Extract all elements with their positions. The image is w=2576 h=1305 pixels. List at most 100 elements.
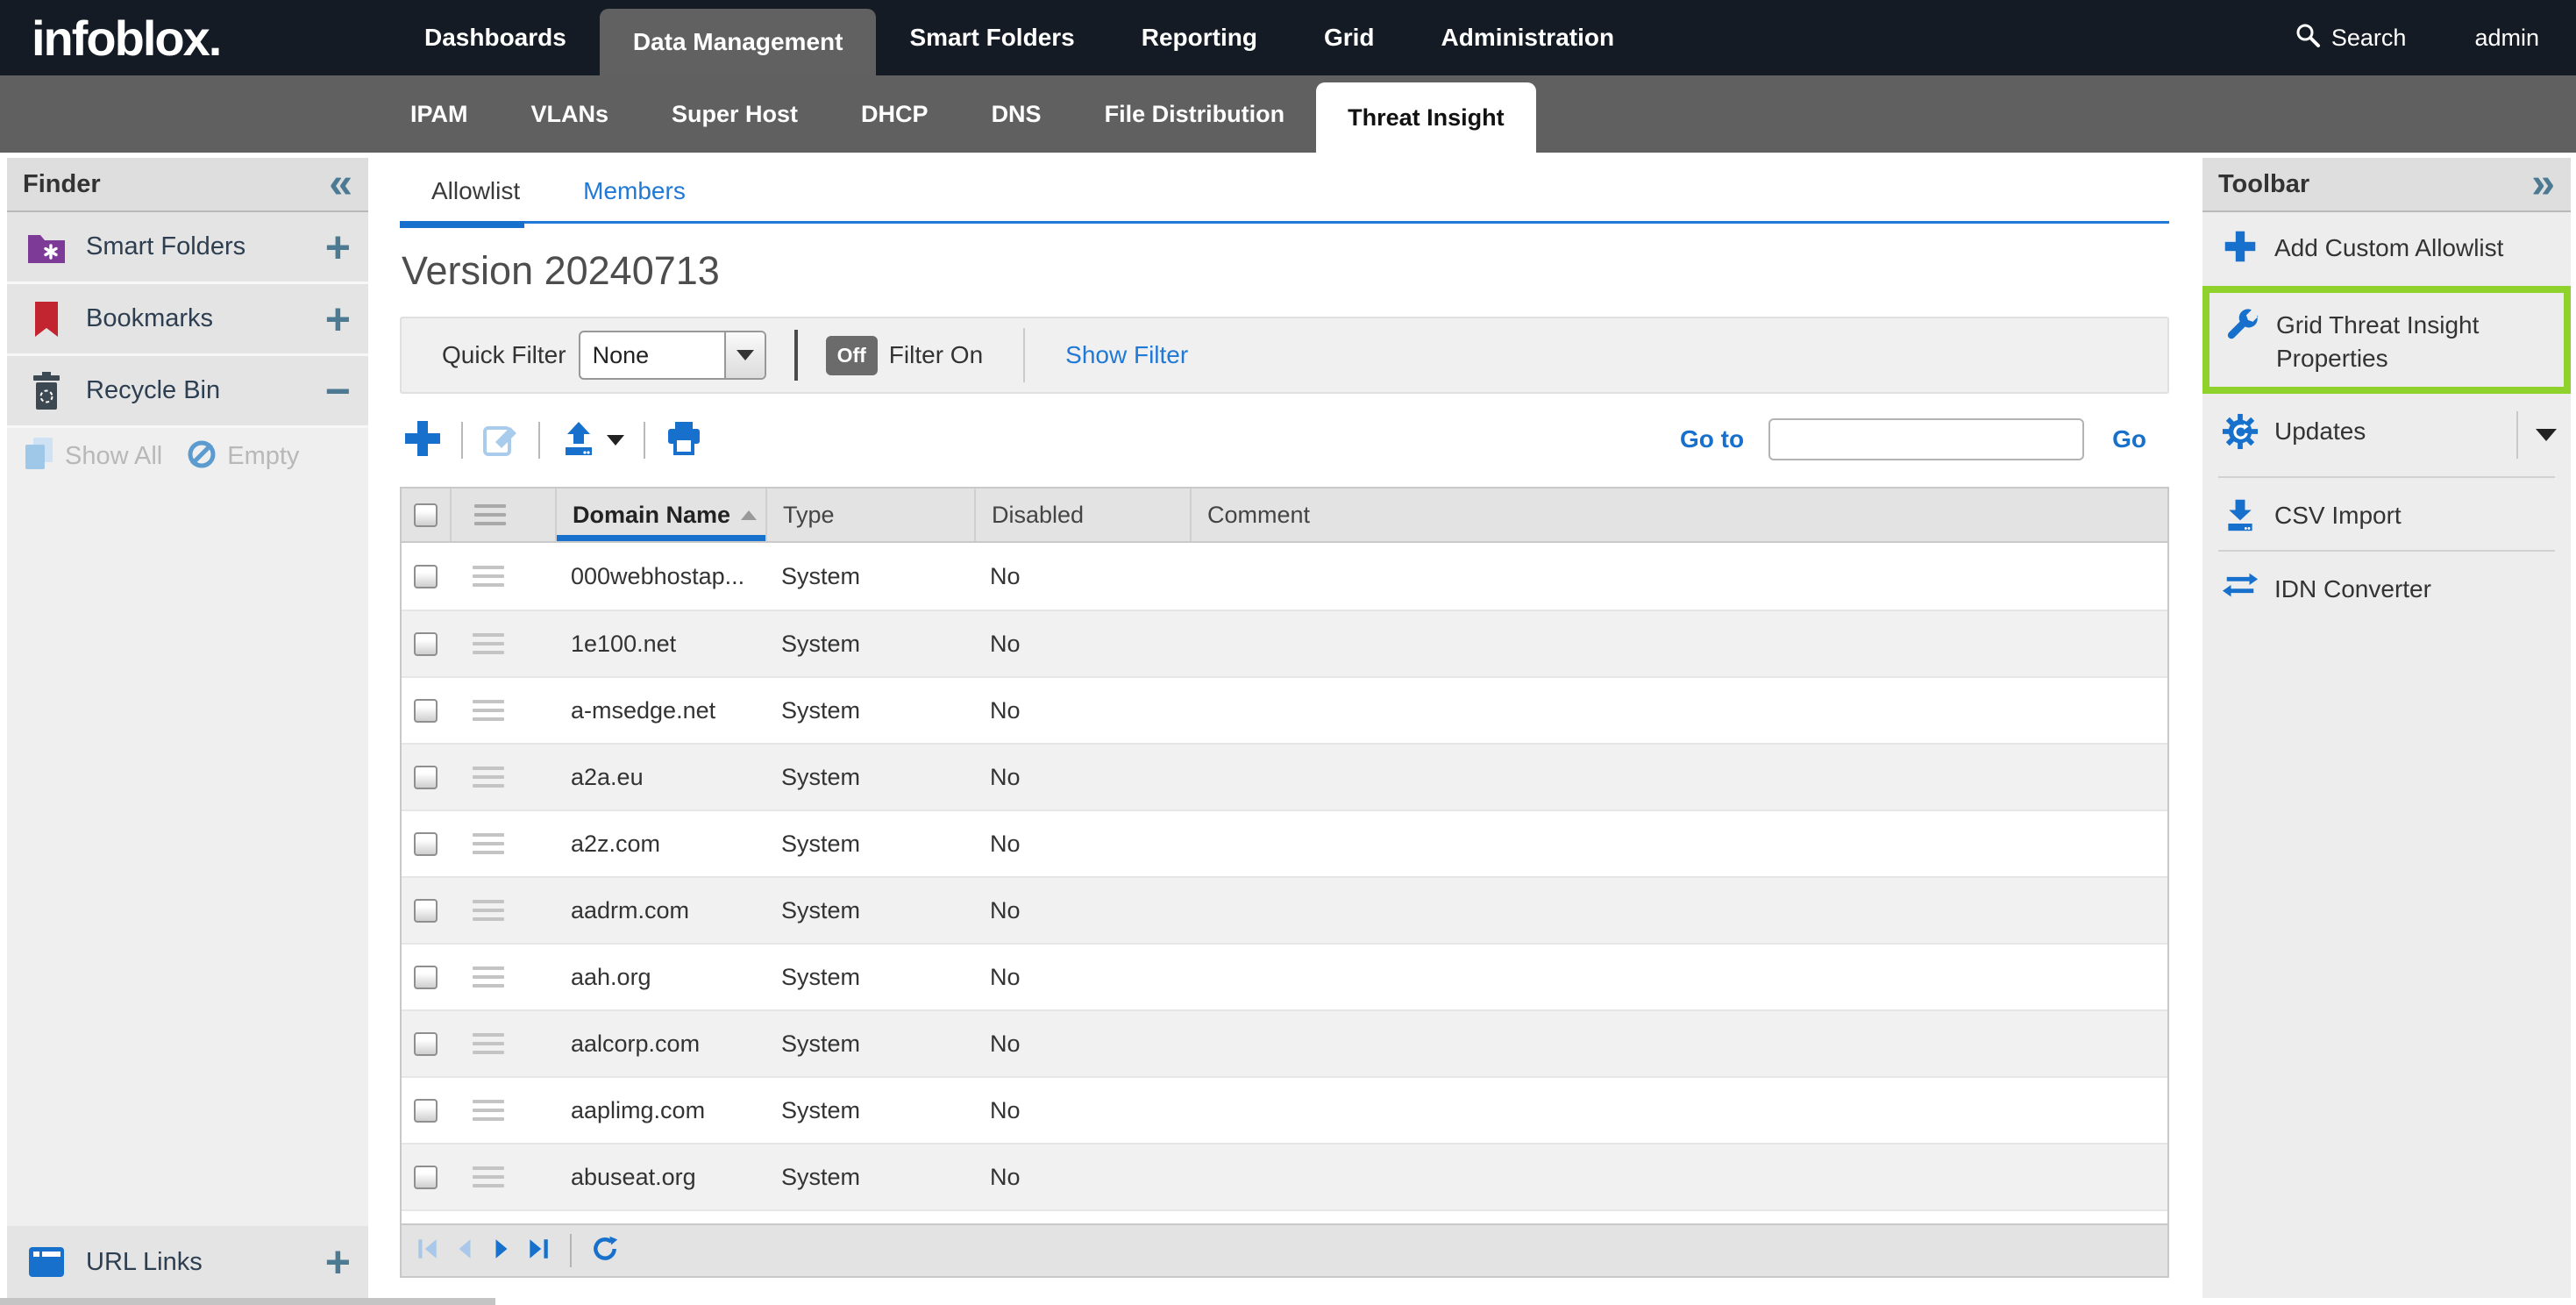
goto-input[interactable]	[1768, 418, 2084, 460]
row-menu-icon[interactable]	[473, 833, 504, 854]
row-checkbox[interactable]	[414, 1166, 438, 1189]
row-menu-icon[interactable]	[473, 1100, 504, 1121]
column-header-comment[interactable]: Comment	[1190, 488, 2167, 541]
table-row[interactable]: a2z.com System No	[402, 809, 2167, 876]
last-page-button[interactable]	[526, 1237, 551, 1266]
sidebar-item-recycle-bin[interactable]: Recycle Bin −	[7, 356, 368, 428]
finder-title: Finder	[23, 170, 101, 199]
collapse-recycle-bin-button[interactable]: −	[325, 378, 351, 404]
row-menu-icon[interactable]	[473, 633, 504, 654]
nav-item-grid[interactable]: Grid	[1291, 0, 1408, 75]
column-header-type[interactable]: Type	[765, 488, 974, 541]
toolbar-item-csv-import[interactable]: CSV Import	[2202, 480, 2571, 548]
row-menu-icon[interactable]	[473, 1033, 504, 1054]
user-menu[interactable]: admin	[2474, 25, 2539, 52]
tab-members[interactable]: Members	[583, 177, 686, 205]
add-smart-folder-button[interactable]: +	[325, 234, 351, 260]
toolbar-item-label: Updates	[2274, 411, 2366, 448]
quick-filter-select[interactable]: None	[579, 331, 766, 380]
toolbar-item-updates[interactable]: Updates	[2202, 396, 2571, 474]
table-row[interactable]: a-msedge.net System No	[402, 676, 2167, 743]
toolbar-item-add-custom-allowlist[interactable]: Add Custom Allowlist	[2202, 212, 2571, 281]
nav-item-administration[interactable]: Administration	[1408, 0, 1648, 75]
subnav-item-vlans[interactable]: VLANs	[500, 75, 641, 153]
go-button[interactable]: Go	[2112, 425, 2146, 453]
select-all-checkbox[interactable]	[414, 503, 438, 527]
quick-filter-label: Quick Filter	[442, 341, 566, 369]
subnav-item-dhcp[interactable]: DHCP	[829, 75, 960, 153]
row-checkbox[interactable]	[414, 632, 438, 656]
finder-empty-space	[7, 484, 368, 1226]
divider	[644, 422, 645, 459]
row-checkbox[interactable]	[414, 565, 438, 588]
row-checkbox[interactable]	[414, 699, 438, 723]
table-row[interactable]: aadrm.com System No	[402, 876, 2167, 943]
sidebar-item-url-links[interactable]: URL Links +	[7, 1226, 368, 1298]
nav-item-data-management[interactable]: Data Management	[600, 9, 877, 75]
updates-dropdown[interactable]	[2516, 411, 2557, 459]
row-menu-icon[interactable]	[473, 700, 504, 721]
empty-recycle-bin-button[interactable]: Empty	[185, 438, 299, 475]
nav-item-reporting[interactable]: Reporting	[1108, 0, 1291, 75]
column-header-disabled[interactable]: Disabled	[974, 488, 1190, 541]
column-menu-icon[interactable]	[474, 504, 506, 525]
nav-item-dashboards[interactable]: Dashboards	[391, 0, 600, 75]
row-checkbox[interactable]	[414, 1099, 438, 1123]
table-row[interactable]: 000webhostap... System No	[402, 543, 2167, 610]
next-page-button[interactable]	[489, 1237, 514, 1266]
add-button[interactable]	[403, 419, 442, 462]
cell-disabled: No	[974, 831, 1190, 858]
toolbar-item-idn-converter[interactable]: IDN Converter	[2202, 553, 2571, 622]
add-bookmark-button[interactable]: +	[325, 306, 351, 332]
first-page-button[interactable]	[416, 1237, 440, 1266]
export-button[interactable]	[559, 419, 598, 462]
row-checkbox[interactable]	[414, 1032, 438, 1056]
add-url-link-button[interactable]: +	[325, 1249, 351, 1275]
subnav-item-ipam[interactable]: IPAM	[379, 75, 500, 153]
empty-slash-icon	[185, 438, 218, 475]
table-row[interactable]: 1e100.net System No	[402, 610, 2167, 676]
subnav-item-super-host[interactable]: Super Host	[640, 75, 829, 153]
nav-item-smart-folders[interactable]: Smart Folders	[876, 0, 1107, 75]
bottom-scroll-strip[interactable]	[0, 1298, 495, 1305]
empty-label: Empty	[227, 442, 299, 471]
row-checkbox[interactable]	[414, 766, 438, 789]
quick-filter-dropdown-button[interactable]	[724, 332, 765, 378]
infoblox-logo: infoblox.	[32, 0, 338, 75]
row-menu-icon[interactable]	[473, 1166, 504, 1187]
global-search[interactable]: Search	[2295, 22, 2407, 54]
column-header-domain-name[interactable]: Domain Name	[555, 488, 765, 541]
table-row[interactable]: aalcorp.com System No	[402, 1009, 2167, 1076]
show-all-button[interactable]: Show All	[23, 436, 162, 477]
subnav-item-dns[interactable]: DNS	[960, 75, 1073, 153]
chevron-down-icon	[737, 350, 754, 360]
row-menu-icon[interactable]	[473, 767, 504, 788]
export-dropdown-icon[interactable]	[607, 435, 624, 446]
subnav-item-file-distribution[interactable]: File Distribution	[1073, 75, 1317, 153]
row-checkbox[interactable]	[414, 899, 438, 923]
csv-import-icon	[2217, 497, 2264, 532]
row-menu-icon[interactable]	[473, 966, 504, 988]
table-row[interactable]: aaplimg.com System No	[402, 1076, 2167, 1143]
row-checkbox[interactable]	[414, 966, 438, 989]
table-row[interactable]: abuseat.org System No	[402, 1143, 2167, 1209]
filter-toggle[interactable]: Off	[826, 336, 878, 375]
row-menu-icon[interactable]	[473, 566, 504, 587]
previous-page-button[interactable]	[452, 1237, 477, 1266]
collapse-finder-icon[interactable]: «	[329, 167, 352, 202]
subnav-item-threat-insight[interactable]: Threat Insight	[1316, 82, 1536, 153]
row-checkbox[interactable]	[414, 832, 438, 856]
edit-button[interactable]	[482, 420, 519, 461]
sidebar-item-label: Recycle Bin	[86, 376, 220, 405]
row-menu-icon[interactable]	[473, 900, 504, 921]
refresh-button[interactable]	[591, 1235, 619, 1267]
tab-allowlist[interactable]: Allowlist	[431, 177, 520, 205]
expand-toolbar-icon[interactable]: »	[2531, 167, 2555, 202]
table-row[interactable]: aah.org System No	[402, 943, 2167, 1009]
toolbar-item-grid-threat-insight-properties[interactable]: Grid Threat Insight Properties	[2202, 286, 2571, 395]
show-filter-link[interactable]: Show Filter	[1065, 341, 1188, 369]
table-row[interactable]: a2a.eu System No	[402, 743, 2167, 809]
sidebar-item-bookmarks[interactable]: Bookmarks +	[7, 284, 368, 356]
sidebar-item-smart-folders[interactable]: Smart Folders +	[7, 212, 368, 284]
print-button[interactable]	[665, 420, 703, 461]
